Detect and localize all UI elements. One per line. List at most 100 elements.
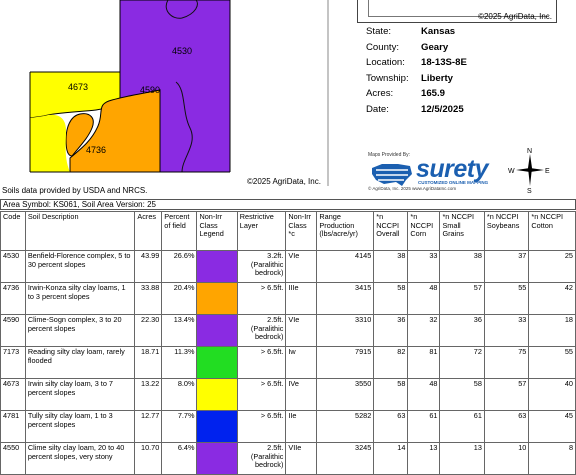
cell-pct: 7.7% (161, 410, 198, 443)
cell-range: 3310 (316, 314, 375, 347)
field-info: State: Kansas County: Geary Location: 18-13… (366, 24, 566, 117)
soil-map: 4530 4673 4590 4736 ©2025 AgriData, Inc. (0, 0, 330, 186)
info-date: Date: 12/5/2025 (366, 103, 464, 115)
cell-restrict: > 6.5ft. (236, 378, 287, 411)
col-restrict: Restrictive Layer (236, 211, 287, 251)
cell-grains: 36 (439, 314, 485, 347)
cell-cls: IIIe (285, 282, 318, 315)
cell-overall: 82 (373, 346, 409, 379)
info-location: Location: 18-13S-8E (366, 57, 467, 69)
table-row: 4590 Clime-Sogn complex, 3 to 20 percent … (0, 314, 576, 347)
cell-range: 7915 (316, 346, 375, 379)
legend-swatch (196, 410, 238, 443)
table-header-row: Code Soil Description Acres Percent of f… (0, 211, 576, 251)
cell-corn: 48 (407, 378, 441, 411)
cell-range: 3245 (316, 442, 375, 475)
cell-cotton: 8 (528, 442, 576, 475)
cell-range: 5282 (316, 410, 375, 443)
cell-code: 4673 (0, 378, 26, 411)
table-row: 4736 Irwin-Konza silty clay loams, 1 to 3… (0, 282, 576, 315)
cell-cls: VIIe (285, 442, 318, 475)
legend-swatch (196, 442, 238, 475)
cell-cls: IIe (285, 410, 318, 443)
cell-overall: 58 (373, 378, 409, 411)
cell-pct: 11.3% (161, 346, 198, 379)
cell-desc: Irwin silty clay loam, 3 to 7 percent sl… (24, 378, 136, 411)
cell-acres: 22.30 (134, 314, 163, 347)
cell-soy: 63 (483, 410, 530, 443)
legend-swatch (196, 250, 238, 283)
cell-restrict: > 6.5ft. (236, 346, 287, 379)
locator-map-copyright: ©2025 AgriData, Inc. (478, 12, 552, 21)
info-acres: Acres: 165.9 (366, 88, 446, 100)
col-cotton: *n NCCPI Cotton (528, 211, 576, 251)
col-soy: *n NCCPI Soybeans (483, 211, 530, 251)
cell-restrict: > 6.5ft. (236, 410, 287, 443)
compass-icon: N S E W (508, 146, 552, 195)
cell-corn: 13 (407, 442, 441, 475)
soil-table: Code Soil Description Acres Percent of f… (0, 211, 576, 475)
cell-acres: 10.70 (134, 442, 163, 475)
cell-overall: 63 (373, 410, 409, 443)
table-row: 4530 Benfield-Florence complex, 5 to 30 p… (0, 250, 576, 283)
info-township: Township: Liberty (366, 72, 453, 84)
cell-grains: 57 (439, 282, 485, 315)
cell-acres: 18.71 (134, 346, 163, 379)
map-label-4673: 4673 (68, 82, 88, 92)
cell-restrict: 2.5ft. (Paralithic bedrock) (236, 314, 287, 347)
us-map-icon (372, 164, 412, 186)
cell-restrict: 2.5ft. (Paralithic bedrock) (236, 442, 287, 475)
cell-pct: 6.4% (161, 442, 198, 475)
cell-cotton: 40 (528, 378, 576, 411)
cell-corn: 81 (407, 346, 441, 379)
cell-corn: 33 (407, 250, 441, 283)
cell-restrict: 3.2ft. (Paralithic bedrock) (236, 250, 287, 283)
col-legend: Non-Irr Class Legend (196, 211, 238, 251)
cell-cotton: 45 (528, 410, 576, 443)
cell-acres: 12.77 (134, 410, 163, 443)
map-label-4736: 4736 (86, 145, 106, 155)
cell-desc: Clime silty clay loam, 20 to 40 percent … (24, 442, 136, 475)
col-acres: Acres (134, 211, 163, 251)
cell-desc: Reading silty clay loam, rarely flooded (24, 346, 136, 379)
col-code: Code (0, 211, 26, 251)
cell-soy: 55 (483, 282, 530, 315)
cell-soy: 33 (483, 314, 530, 347)
cell-grains: 58 (439, 378, 485, 411)
locator-map: ©2025 AgriData, Inc. (357, 0, 557, 23)
cell-cotton: 42 (528, 282, 576, 315)
cell-desc: Tully silty clay loam, 1 to 3 percent sl… (24, 410, 136, 443)
cell-code: 4781 (0, 410, 26, 443)
cell-acres: 33.88 (134, 282, 163, 315)
cell-cls: VIe (285, 250, 318, 283)
compass-e: E (545, 168, 550, 175)
cell-code: 4550 (0, 442, 26, 475)
info-county: County: Geary (366, 41, 449, 53)
cell-soy: 75 (483, 346, 530, 379)
cell-cotton: 18 (528, 314, 576, 347)
cell-cls: IVe (285, 378, 318, 411)
cell-acres: 13.22 (134, 378, 163, 411)
col-class: Non-Irr Class *c (285, 211, 318, 251)
cell-desc: Clime-Sogn complex, 3 to 20 percent slop… (24, 314, 136, 347)
legend-swatch (196, 378, 238, 411)
cell-code: 7173 (0, 346, 26, 379)
source-note: Soils data provided by USDA and NRCS. (2, 186, 148, 195)
cell-acres: 43.99 (134, 250, 163, 283)
col-pct: Percent of field (161, 211, 198, 251)
cell-pct: 20.4% (161, 282, 198, 315)
cell-range: 3415 (316, 282, 375, 315)
cell-code: 4590 (0, 314, 26, 347)
legend-swatch (196, 282, 238, 315)
table-row: 4781 Tully silty clay loam, 1 to 3 percen… (0, 410, 576, 443)
cell-range: 3550 (316, 378, 375, 411)
map-copyright: ©2025 AgriData, Inc. (247, 177, 321, 186)
cell-corn: 32 (407, 314, 441, 347)
table-row: 7173 Reading silty clay loam, rarely floo… (0, 346, 576, 379)
col-range: Range Production (lbs/acre/yr) (316, 211, 375, 251)
table-row: 4550 Clime silty clay loam, 20 to 40 perc… (0, 442, 576, 475)
cell-grains: 38 (439, 250, 485, 283)
map-label-4530: 4530 (172, 46, 192, 56)
compass-w: W (508, 168, 515, 175)
cell-desc: Benfield-Florence complex, 5 to 30 perce… (24, 250, 136, 283)
